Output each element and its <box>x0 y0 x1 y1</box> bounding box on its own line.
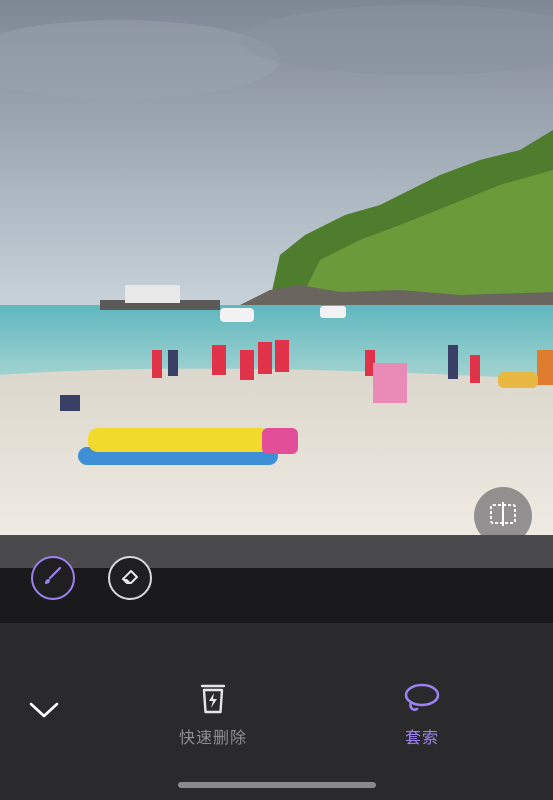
brush-tool-button[interactable] <box>31 556 75 600</box>
lasso-label: 套索 <box>404 728 439 747</box>
brush-icon <box>41 564 65 592</box>
quick-delete-button[interactable]: 快速删除 <box>163 678 263 748</box>
compare-split-icon <box>488 502 518 530</box>
collapse-button[interactable] <box>26 697 62 727</box>
home-indicator[interactable] <box>178 782 376 788</box>
lasso-icon <box>372 678 472 718</box>
quick-delete-label: 快速删除 <box>178 728 247 747</box>
photo-bottom-band <box>0 535 553 568</box>
lasso-button[interactable]: 套索 <box>372 678 472 748</box>
beach-photo <box>0 0 553 535</box>
eraser-icon <box>118 564 142 592</box>
chevron-down-icon <box>28 700 60 724</box>
trash-bolt-icon <box>163 678 263 718</box>
eraser-tool-button[interactable] <box>108 556 152 600</box>
tool-strip <box>0 568 553 623</box>
